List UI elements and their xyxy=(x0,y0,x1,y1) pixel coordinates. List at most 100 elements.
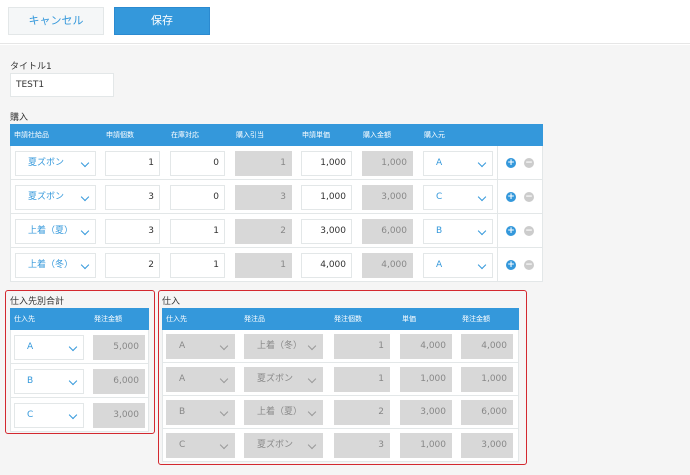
stock-input[interactable]: 1 xyxy=(170,253,225,278)
table-row: B 6,000 xyxy=(10,364,149,398)
header-item: 申請社給品 xyxy=(14,131,49,139)
vendor-select[interactable]: A xyxy=(14,335,84,360)
vendor-select-value: A xyxy=(436,260,443,270)
minus-circle-icon[interactable]: − xyxy=(524,226,534,236)
alloc-value: 1 xyxy=(235,253,292,278)
cancel-button[interactable]: キャンセル xyxy=(8,7,104,35)
chevron-down-icon xyxy=(477,192,487,202)
title-input[interactable]: TEST1 xyxy=(10,73,114,97)
header-order-amount: 発注金額 xyxy=(462,315,490,323)
chevron-down-icon xyxy=(307,374,317,384)
qty-input[interactable]: 1 xyxy=(105,151,160,176)
vendor-select[interactable]: C xyxy=(14,403,84,428)
header-alloc: 購入引当 xyxy=(236,131,264,139)
item-select-value: 夏ズボン xyxy=(28,192,65,202)
vendor-select[interactable]: A xyxy=(423,151,493,176)
vendor-select[interactable]: C xyxy=(423,185,493,210)
unit-price-input[interactable]: 3,000 xyxy=(301,219,352,244)
vendor-select[interactable]: B xyxy=(14,369,84,394)
order-qty-value: 1 xyxy=(334,334,390,359)
chevron-down-icon xyxy=(219,407,229,417)
item-select[interactable]: 夏ズボン xyxy=(15,151,96,176)
chevron-down-icon xyxy=(477,260,487,270)
qty-input[interactable]: 3 xyxy=(105,219,160,244)
plus-circle-icon[interactable]: + xyxy=(506,260,516,270)
order-amount-value: 3,000 xyxy=(461,433,513,458)
chevron-down-icon xyxy=(68,410,78,420)
minus-circle-icon[interactable]: − xyxy=(524,260,534,270)
header-unit-price: 申請単価 xyxy=(302,131,330,139)
order-amount-value: 6,000 xyxy=(93,369,145,394)
chevron-down-icon xyxy=(307,341,317,351)
vendor-select: B xyxy=(166,400,235,425)
row-actions: + − xyxy=(497,146,545,180)
vendor-select: C xyxy=(166,433,235,458)
stock-input[interactable]: 0 xyxy=(170,151,225,176)
unit-price-value: 4,000 xyxy=(400,334,452,359)
row-actions: + − xyxy=(497,214,545,248)
order-item-select: 上着（冬） xyxy=(244,334,323,359)
vendor-select[interactable]: B xyxy=(423,219,493,244)
header-vendor: 購入元 xyxy=(424,131,445,139)
table-row: C 3,000 xyxy=(10,398,149,432)
save-button[interactable]: 保存 xyxy=(114,7,210,35)
chevron-down-icon xyxy=(219,440,229,450)
purchase-section-label: 購入 xyxy=(10,113,29,123)
item-select[interactable]: 上着（冬） xyxy=(15,253,96,278)
table-row: 上着（夏） 3 1 2 3,000 6,000 B + − xyxy=(10,214,543,248)
chevron-down-icon xyxy=(68,376,78,386)
vendor-select[interactable]: A xyxy=(423,253,493,278)
order-item-select: 夏ズボン xyxy=(244,367,323,392)
vendor-select-value: C xyxy=(436,192,443,202)
chevron-down-icon xyxy=(219,341,229,351)
header-stock: 在庫対応 xyxy=(171,131,199,139)
vendor-select: A xyxy=(166,367,235,392)
orders-label: 仕入 xyxy=(162,297,181,307)
qty-input[interactable]: 3 xyxy=(105,185,160,210)
item-select-value: 夏ズボン xyxy=(28,158,65,168)
order-item-select-value: 上着（冬） xyxy=(257,341,303,351)
vendor-select-value: B xyxy=(436,226,443,236)
table-row: A 5,000 xyxy=(10,330,149,364)
order-item-select-value: 夏ズボン xyxy=(257,440,294,450)
alloc-value: 3 xyxy=(235,185,292,210)
item-select-value: 上着（冬） xyxy=(28,260,74,270)
vendor-select-value: B xyxy=(179,407,186,417)
unit-price-input[interactable]: 4,000 xyxy=(301,253,352,278)
chevron-down-icon xyxy=(477,226,487,236)
plus-circle-icon[interactable]: + xyxy=(506,226,516,236)
vendor-totals-label: 仕入先別合計 xyxy=(10,297,65,307)
plus-circle-icon[interactable]: + xyxy=(506,192,516,202)
vendor-select-value: A xyxy=(179,374,186,384)
unit-price-input[interactable]: 1,000 xyxy=(301,151,352,176)
minus-circle-icon[interactable]: − xyxy=(524,192,534,202)
unit-price-input[interactable]: 1,000 xyxy=(301,185,352,210)
vendor-select-value: B xyxy=(27,376,34,386)
item-select[interactable]: 夏ズボン xyxy=(15,185,96,210)
order-amount-value: 3,000 xyxy=(93,403,145,428)
stock-input[interactable]: 1 xyxy=(170,219,225,244)
amount-value: 3,000 xyxy=(362,185,413,210)
order-qty-value: 1 xyxy=(334,367,390,392)
header-order-amount: 発注金額 xyxy=(94,315,122,323)
header-qty: 申請個数 xyxy=(106,131,134,139)
unit-price-value: 3,000 xyxy=(400,400,452,425)
minus-circle-icon[interactable]: − xyxy=(524,158,534,168)
plus-circle-icon[interactable]: + xyxy=(506,158,516,168)
purchase-table-header: 申請社給品 申請個数 在庫対応 購入引当 申請単価 購入金額 購入元 xyxy=(10,124,543,146)
item-select[interactable]: 上着（夏） xyxy=(15,219,96,244)
chevron-down-icon xyxy=(307,440,317,450)
vendor-select-value: A xyxy=(27,342,34,352)
qty-input[interactable]: 2 xyxy=(105,253,160,278)
row-actions: + − xyxy=(497,180,545,214)
amount-value: 1,000 xyxy=(362,151,413,176)
chevron-down-icon xyxy=(219,374,229,384)
stock-input[interactable]: 0 xyxy=(170,185,225,210)
order-amount-value: 1,000 xyxy=(461,367,513,392)
vendor-select: A xyxy=(166,334,235,359)
chevron-down-icon xyxy=(477,158,487,168)
row-actions: + − xyxy=(497,248,545,282)
vendor-totals-header: 仕入先 発注金額 xyxy=(10,308,149,330)
order-item-select-value: 上着（夏） xyxy=(257,407,303,417)
order-amount-value: 4,000 xyxy=(461,334,513,359)
